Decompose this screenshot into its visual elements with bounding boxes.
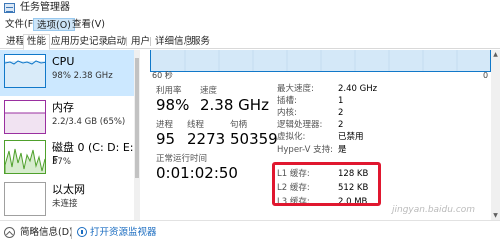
- fewer-details-button[interactable]: 简略信息(D): [20, 227, 73, 239]
- uptime-value: 0:01:02:50: [156, 164, 238, 182]
- spec-value: 是: [338, 145, 347, 155]
- resource-list-scrollbar[interactable]: [134, 50, 140, 220]
- cache-highlight-box: [272, 162, 381, 206]
- scroll-down-arrow-icon[interactable]: ▼: [491, 211, 500, 220]
- resource-disk[interactable]: 磁盘 0 (C: D: E: F 37%: [0, 136, 134, 182]
- spec-label: 逻辑处理器:: [277, 120, 323, 130]
- title-bar: 任务管理器: [0, 0, 500, 17]
- scroll-up-arrow-icon[interactable]: ▲: [491, 50, 500, 59]
- detail-scrollbar[interactable]: ▲ ▼: [491, 50, 500, 220]
- spec-value: 1: [338, 96, 344, 106]
- spec-label: 内核:: [277, 108, 297, 118]
- graph-axis-zero: 0: [483, 71, 489, 80]
- spec-value: 2: [338, 120, 344, 130]
- spec-value: 已禁用: [338, 132, 364, 142]
- menu-view[interactable]: 查看(V): [69, 18, 108, 31]
- memory-mini-graph: [4, 100, 46, 134]
- processes-value: 95: [156, 130, 176, 148]
- menu-bar: 文件(F) 选项(O) 查看(V): [0, 17, 500, 33]
- resource-cpu[interactable]: CPU 98% 2.38 GHz: [0, 50, 134, 96]
- resource-detail: 未连接: [52, 199, 78, 209]
- utilization-value: 98%: [156, 96, 190, 114]
- watermark: jingyan.baidu.com: [392, 205, 476, 215]
- collapse-chevron-icon[interactable]: [4, 227, 15, 238]
- processes-label: 进程: [156, 120, 174, 130]
- open-resource-monitor-link[interactable]: 打开资源监视器: [90, 227, 157, 239]
- footer-bar: 简略信息(D) 打开资源监视器: [0, 220, 500, 245]
- tab-performance[interactable]: 性能: [23, 34, 51, 50]
- spec-label: 最大速度:: [277, 84, 314, 94]
- task-manager-icon: [4, 3, 15, 13]
- utilization-label: 利用率: [156, 86, 182, 96]
- resource-monitor-icon[interactable]: [77, 227, 87, 237]
- resource-name: 以太网: [52, 183, 85, 196]
- spec-label: 虚拟化:: [277, 132, 306, 142]
- spec-value: 2: [338, 108, 344, 118]
- window-title: 任务管理器: [20, 2, 70, 13]
- graph-time-axis-label: 60 秒: [152, 71, 173, 80]
- resource-ethernet[interactable]: 以太网 未连接: [0, 178, 134, 224]
- resource-list: CPU 98% 2.38 GHz 内存 2.2/3.4 GB (65%) 磁盘 …: [0, 50, 140, 220]
- ethernet-mini-graph: [4, 182, 46, 216]
- speed-label: 速度: [200, 86, 218, 96]
- resource-name: CPU: [52, 55, 75, 68]
- spec-label: Hyper-V 支持:: [277, 145, 333, 155]
- footer-divider: [71, 227, 72, 239]
- threads-label: 线程: [187, 120, 205, 130]
- scrollbar-thumb[interactable]: [135, 58, 139, 178]
- handles-label: 句柄: [230, 120, 248, 130]
- resource-detail: 98% 2.38 GHz: [52, 71, 113, 81]
- cpu-mini-graph: [4, 54, 46, 88]
- tab-bar: 进程 性能 应用历史记录 启动 用户 详细信息 服务: [0, 33, 500, 50]
- resource-detail: 2.2/3.4 GB (65%): [52, 117, 126, 127]
- resource-name: 内存: [52, 101, 74, 114]
- disk-mini-graph: [4, 140, 46, 174]
- spec-value: 2.40 GHz: [338, 84, 378, 94]
- cpu-usage-graph: [150, 50, 491, 72]
- handles-value: 50359: [230, 130, 278, 148]
- tab-services[interactable]: 服务: [187, 34, 214, 49]
- uptime-label: 正常运行时间: [156, 154, 208, 164]
- resource-detail: 37%: [52, 157, 71, 167]
- spec-label: 插槽:: [277, 96, 297, 106]
- speed-value: 2.38 GHz: [200, 96, 269, 114]
- threads-value: 2273: [187, 130, 226, 148]
